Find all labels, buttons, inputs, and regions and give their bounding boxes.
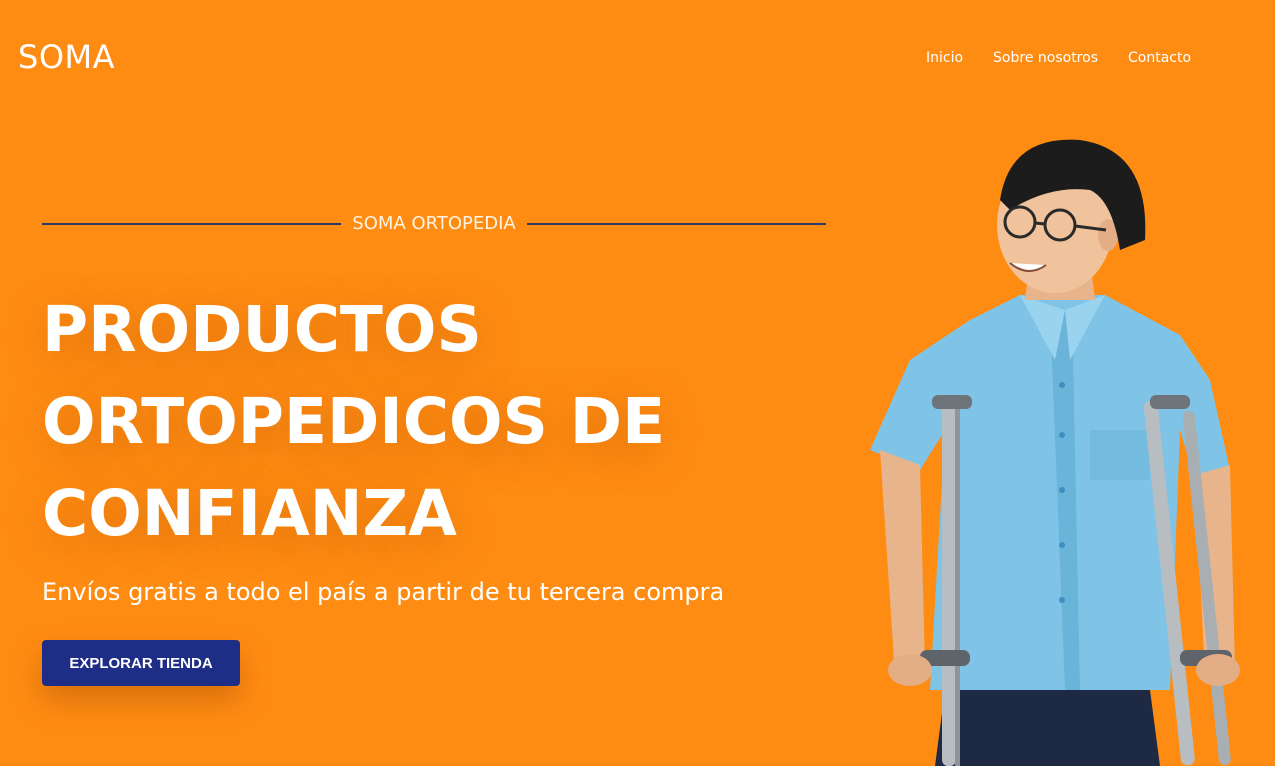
headline-line-3: CONFIANZA (42, 477, 457, 550)
headline-line-1: PRODUCTOS (42, 293, 482, 366)
nav-link-contacto[interactable]: Contacto (1128, 50, 1191, 66)
eyebrow-line-right (526, 222, 826, 225)
main-nav: Inicio Sobre nosotros Contacto (926, 50, 1221, 66)
nav-link-inicio[interactable]: Inicio (926, 50, 963, 66)
explore-store-button[interactable]: EXPLORAR TIENDA (42, 640, 240, 686)
hero-subtitle: Envíos gratis a todo el país a partir de… (42, 578, 725, 606)
nav-link-sobre-nosotros[interactable]: Sobre nosotros (993, 50, 1098, 66)
landing-page: SOMA Inicio Sobre nosotros Contacto SOMA… (0, 0, 1275, 766)
hero-headline: PRODUCTOS ORTOPEDICOS DE CONFIANZA (42, 284, 802, 560)
eyebrow-line-left (42, 222, 342, 225)
site-logo[interactable]: SOMA (18, 38, 115, 76)
eyebrow-row: SOMA ORTOPEDIA (42, 213, 826, 234)
headline-line-2: ORTOPEDICOS DE (42, 385, 666, 458)
eyebrow-label: SOMA ORTOPEDIA (352, 213, 516, 234)
man-with-crutches-photo (870, 139, 1240, 766)
